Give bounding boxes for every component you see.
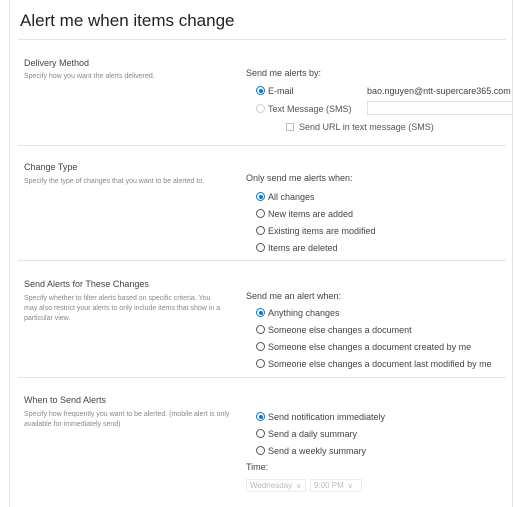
sms-label: Text Message (SMS) [268,103,352,114]
section-divider [18,145,506,146]
option-label: Someone else changes a document [268,324,412,335]
filter-option[interactable]: Someone else changes a document [256,323,412,336]
time-value: 9:00 PM [314,481,344,490]
radio-button[interactable] [256,342,265,351]
delivery-description: Specify how you want the alerts delivere… [24,73,155,80]
filter-description: Specify whether to filter alerts based o… [24,295,221,322]
filter-option[interactable]: Someone else changes a document created … [256,340,471,353]
day-value: Wednesday [250,481,293,490]
change-type-heading: Change Type [24,162,78,172]
section-divider [18,260,506,261]
sms-url-option[interactable]: Send URL in text message (SMS) [286,120,434,133]
option-label: New items are added [268,208,354,219]
filter-heading: Send Alerts for These Changes [24,279,149,289]
delivery-prompt: Send me alerts by: [246,68,322,78]
page-title: Alert me when items change [20,11,235,30]
time-label: Time: [246,462,269,472]
email-radio[interactable] [256,86,265,95]
radio-button[interactable] [256,192,265,201]
when-description: Specify how frequently you want to be al… [24,411,230,428]
when-heading: When to Send Alerts [24,395,107,405]
radio-button[interactable] [256,308,265,317]
sms-radio-option[interactable]: Text Message (SMS) [256,102,352,115]
change-type-option[interactable]: Existing items are modified [256,224,376,237]
option-label: Existing items are modified [268,225,376,236]
change-type-description: Specify the type of changes that you wan… [24,178,205,185]
radio-button[interactable] [256,412,265,421]
filter-option[interactable]: Anything changes [256,306,340,319]
radio-button[interactable] [256,446,265,455]
option-label: Someone else changes a document created … [268,341,472,352]
option-label: Send a daily summary [268,428,358,439]
time-select[interactable]: 9:00 PM ∨ [310,479,362,492]
radio-button[interactable] [256,325,265,334]
sms-radio[interactable] [256,104,265,113]
option-label: Anything changes [268,307,340,318]
option-label: Someone else changes a document last mod… [268,358,492,369]
when-option[interactable]: Send a daily summary [256,427,357,440]
option-label: Items are deleted [268,242,338,253]
sms-url-label: Send URL in text message (SMS) [299,121,434,132]
when-option[interactable]: Send notification immediately [256,410,385,423]
radio-button[interactable] [256,359,265,368]
change-type-option[interactable]: New items are added [256,207,353,220]
chevron-down-icon: ∨ [347,482,353,490]
email-label: E-mail [268,85,294,96]
sms-number-input[interactable] [367,101,512,115]
day-select[interactable]: Wednesday ∨ [246,479,306,492]
option-label: Send a weekly summary [268,445,367,456]
radio-button[interactable] [256,226,265,235]
radio-button[interactable] [256,209,265,218]
radio-button[interactable] [256,429,265,438]
filter-prompt: Send me an alert when: [246,291,342,301]
title-divider [18,39,506,40]
change-type-option[interactable]: All changes [256,190,315,203]
option-label: All changes [268,191,315,202]
filter-option[interactable]: Someone else changes a document last mod… [256,357,492,370]
sms-url-checkbox[interactable] [286,122,294,131]
email-address: bao.nguyen@ntt-supercare365.com [367,86,511,96]
alert-panel: Alert me when items change Delivery Meth… [9,0,513,507]
radio-button[interactable] [256,243,265,252]
email-radio-option[interactable]: E-mail [256,84,294,97]
when-option[interactable]: Send a weekly summary [256,444,366,457]
section-divider [18,377,506,378]
change-type-option[interactable]: Items are deleted [256,241,338,254]
delivery-heading: Delivery Method [24,58,90,68]
change-type-prompt: Only send me alerts when: [246,173,353,183]
chevron-down-icon: ∨ [296,482,302,490]
option-label: Send notification immediately [268,411,386,422]
